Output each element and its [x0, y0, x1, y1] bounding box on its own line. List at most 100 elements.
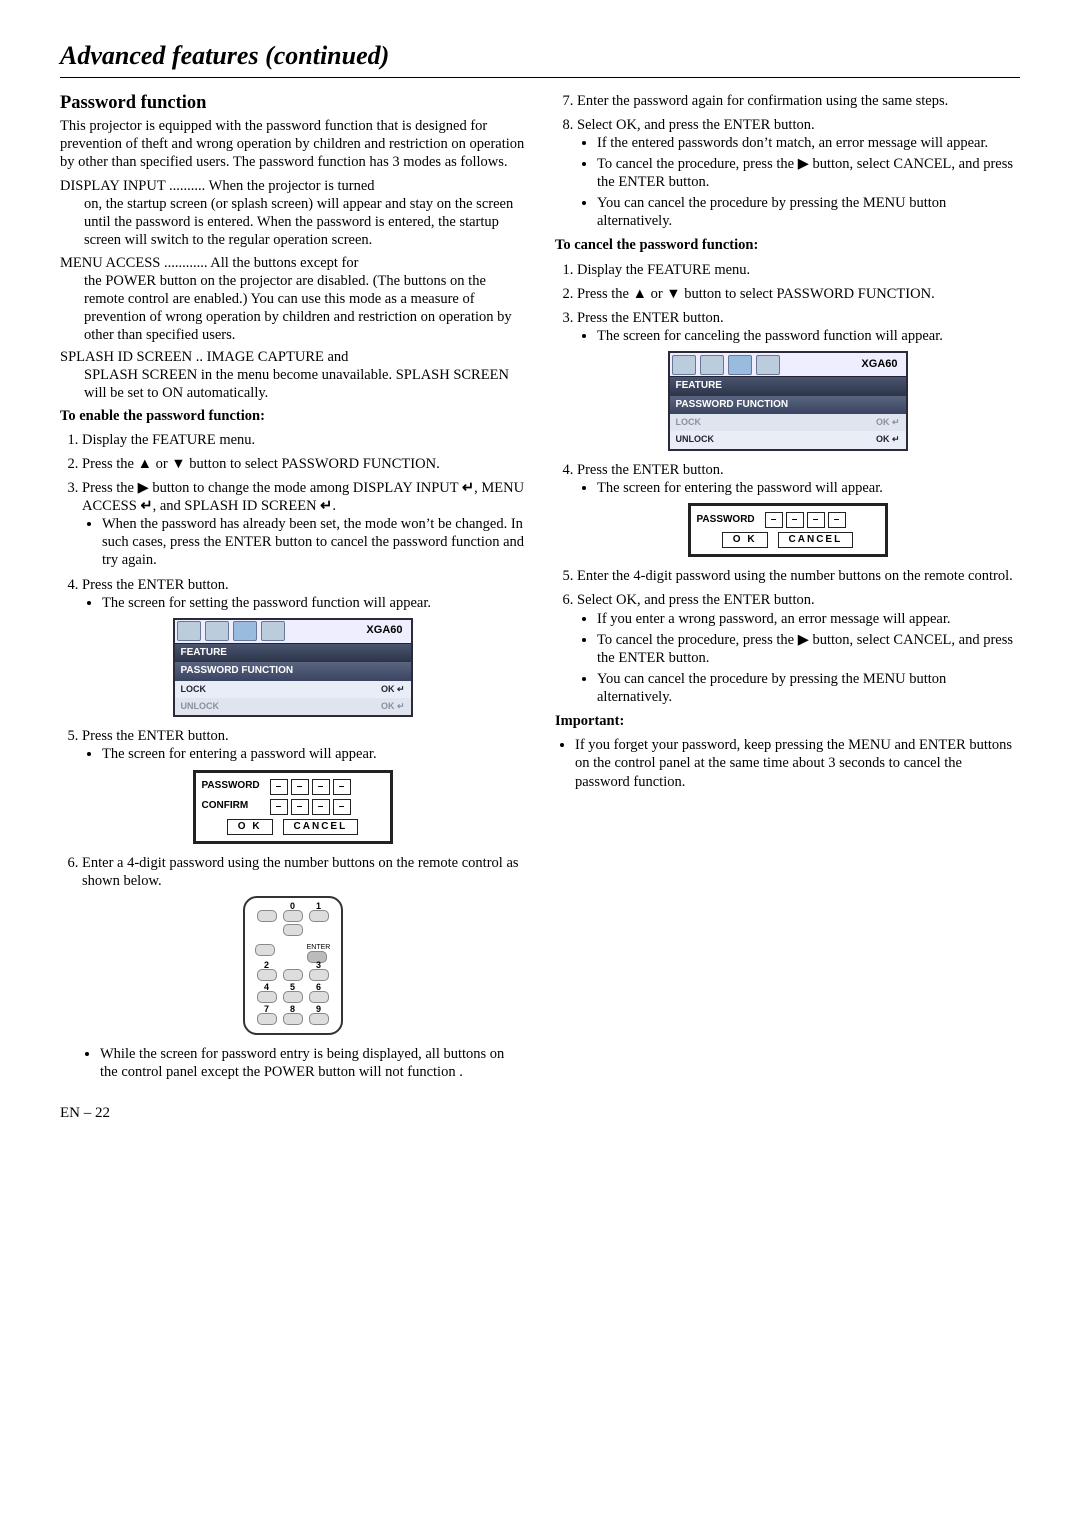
- remote-btn-3: 3: [309, 969, 329, 981]
- important-text: If you forget your password, keep pressi…: [575, 736, 1020, 790]
- page-title: Advanced features (continued): [60, 40, 1020, 78]
- pw-digit: –: [291, 799, 309, 815]
- osd-tab-icon: [672, 355, 696, 375]
- remote-btn: [283, 969, 303, 981]
- osd-feature-header: FEATURE: [670, 377, 906, 396]
- enable-step-3-bullet: When the password has already been set, …: [102, 515, 525, 569]
- txt: .: [332, 498, 336, 514]
- txt: or: [152, 456, 171, 472]
- num-label: 9: [316, 1004, 321, 1015]
- dots: ..........: [165, 178, 208, 194]
- pw-digit: –: [312, 799, 330, 815]
- important-heading: Important:: [555, 712, 1020, 730]
- cancel-step-1: Display the FEATURE menu.: [577, 261, 1020, 279]
- osd-unlock-figure: XGA60 FEATURE PASSWORD FUNCTION LOCK OK …: [555, 351, 1020, 451]
- arrow-up-icon: [138, 456, 152, 472]
- remote-btn-6: 6: [309, 991, 329, 1003]
- txt: To cancel the procedure, press the: [597, 632, 798, 648]
- pw-digit: –: [786, 512, 804, 528]
- pw-ok-button: O K: [227, 819, 273, 836]
- num-label: 4: [264, 982, 269, 993]
- osd-pwfunc-header: PASSWORD FUNCTION: [175, 662, 411, 681]
- cancel-step-3: Press the ENTER button. The screen for c…: [577, 309, 1020, 345]
- enable-step-5-bullet: The screen for entering a password will …: [102, 745, 525, 763]
- num-label: 3: [316, 960, 321, 971]
- osd-unlock-row: UNLOCK OK: [670, 431, 906, 448]
- remote-btn: [283, 924, 303, 936]
- enter-icon: [397, 684, 405, 694]
- def-menu-access-body: the POWER button on the projector are di…: [60, 272, 525, 345]
- def-menu-access: MENU ACCESS ............ All the buttons…: [60, 254, 525, 345]
- password-function-heading: Password function: [60, 92, 525, 115]
- enable-step-6-bullet: While the screen for password entry is b…: [100, 1045, 525, 1081]
- pw-digit: –: [270, 799, 288, 815]
- arrow-up-icon: [633, 286, 647, 302]
- txt: Press the ENTER button.: [577, 310, 724, 326]
- txt: Press the: [82, 456, 138, 472]
- osd-resolution-label: XGA60: [861, 358, 905, 372]
- cancel-step-4: Press the ENTER button. The screen for e…: [577, 461, 1020, 497]
- enable-step-4: Press the ENTER button. The screen for s…: [82, 576, 525, 612]
- osd-tab-icon: [756, 355, 780, 375]
- enter-icon: [892, 434, 900, 444]
- osd-unlock-label: UNLOCK: [676, 434, 715, 445]
- arrow-right-icon: [798, 632, 809, 648]
- enable-step-8-b2: To cancel the procedure, press the butto…: [597, 155, 1020, 191]
- osd-ok-label: OK: [381, 701, 405, 712]
- def-splash-id-term: SPLASH ID SCREEN: [60, 349, 192, 365]
- num-label: 2: [264, 960, 269, 971]
- txt: Press the: [577, 286, 633, 302]
- txt: Press the: [82, 480, 138, 496]
- cancel-step-6: Select OK, and press the ENTER button. I…: [577, 591, 1020, 706]
- cancel-step-6-b2: To cancel the procedure, press the butto…: [597, 631, 1020, 667]
- pw-digit: –: [807, 512, 825, 528]
- remote-btn-7: 7: [257, 1013, 277, 1025]
- osd-lock-label: LOCK: [676, 417, 702, 428]
- osd-tab-icon: [700, 355, 724, 375]
- def-display-input-lead: When the projector is turned: [209, 178, 375, 194]
- pw-ok-button: O K: [722, 532, 768, 549]
- enable-step-4-bullet: The screen for setting the password func…: [102, 594, 525, 612]
- dots: ............: [160, 255, 210, 271]
- def-menu-access-lead: All the buttons except for: [210, 255, 358, 271]
- cancel-step-3-bullet: The screen for canceling the password fu…: [597, 327, 1020, 345]
- remote-btn-4: 4: [257, 991, 277, 1003]
- remote-btn-8: 8: [283, 1013, 303, 1025]
- password-confirm-figure: PASSWORD – – – – CONFIRM – – – –: [60, 770, 525, 845]
- def-display-input: DISPLAY INPUT .......... When the projec…: [60, 177, 525, 250]
- osd-ok-label: OK: [381, 684, 405, 695]
- right-column: Enter the password again for confirmatio…: [555, 92, 1020, 1085]
- pw-digit: –: [765, 512, 783, 528]
- arrow-down-icon: [666, 286, 680, 302]
- spacer: [281, 944, 301, 963]
- pw-digit: –: [828, 512, 846, 528]
- enable-step-8: Select OK, and press the ENTER button. I…: [577, 116, 1020, 231]
- osd-lock-figure: XGA60 FEATURE PASSWORD FUNCTION LOCK OK …: [60, 618, 525, 718]
- osd-ok-label: OK: [876, 417, 900, 428]
- enable-step-1: Display the FEATURE menu.: [82, 431, 525, 449]
- osd-tab-icon: [728, 355, 752, 375]
- osd-ok-label: OK: [876, 434, 900, 445]
- num-label: 7: [264, 1004, 269, 1015]
- enable-step-5: Press the ENTER button. The screen for e…: [82, 727, 525, 763]
- remote-btn-5: 5: [283, 991, 303, 1003]
- osd-unlock-row: UNLOCK OK: [175, 698, 411, 715]
- remote-btn-1: 1: [309, 910, 329, 922]
- def-splash-id: SPLASH ID SCREEN .. IMAGE CAPTURE and SP…: [60, 348, 525, 402]
- page-number: EN – 22: [60, 1104, 1020, 1123]
- osd-tab-icon: [205, 621, 229, 641]
- osd-pwfunc-header: PASSWORD FUNCTION: [670, 396, 906, 415]
- txt: button to change the mode among DISPLAY …: [149, 480, 462, 496]
- pw-password-label: PASSWORD: [697, 514, 759, 527]
- pw-confirm-label: CONFIRM: [202, 800, 264, 813]
- cancel-step-6-b3: You can cancel the procedure by pressing…: [597, 670, 1020, 706]
- osd-tab-icon: [233, 621, 257, 641]
- osd-lock-row: LOCK OK: [670, 414, 906, 431]
- num-label: 6: [316, 982, 321, 993]
- txt: Select OK, and press the ENTER button.: [577, 117, 815, 133]
- osd-tab-icon: [177, 621, 201, 641]
- enable-step-6: Enter a 4-digit password using the numbe…: [82, 854, 525, 890]
- enable-heading: To enable the password function:: [60, 407, 525, 425]
- txt: Press the ENTER button.: [82, 728, 229, 744]
- password-entry-figure: PASSWORD – – – – O K CANCEL: [555, 503, 1020, 558]
